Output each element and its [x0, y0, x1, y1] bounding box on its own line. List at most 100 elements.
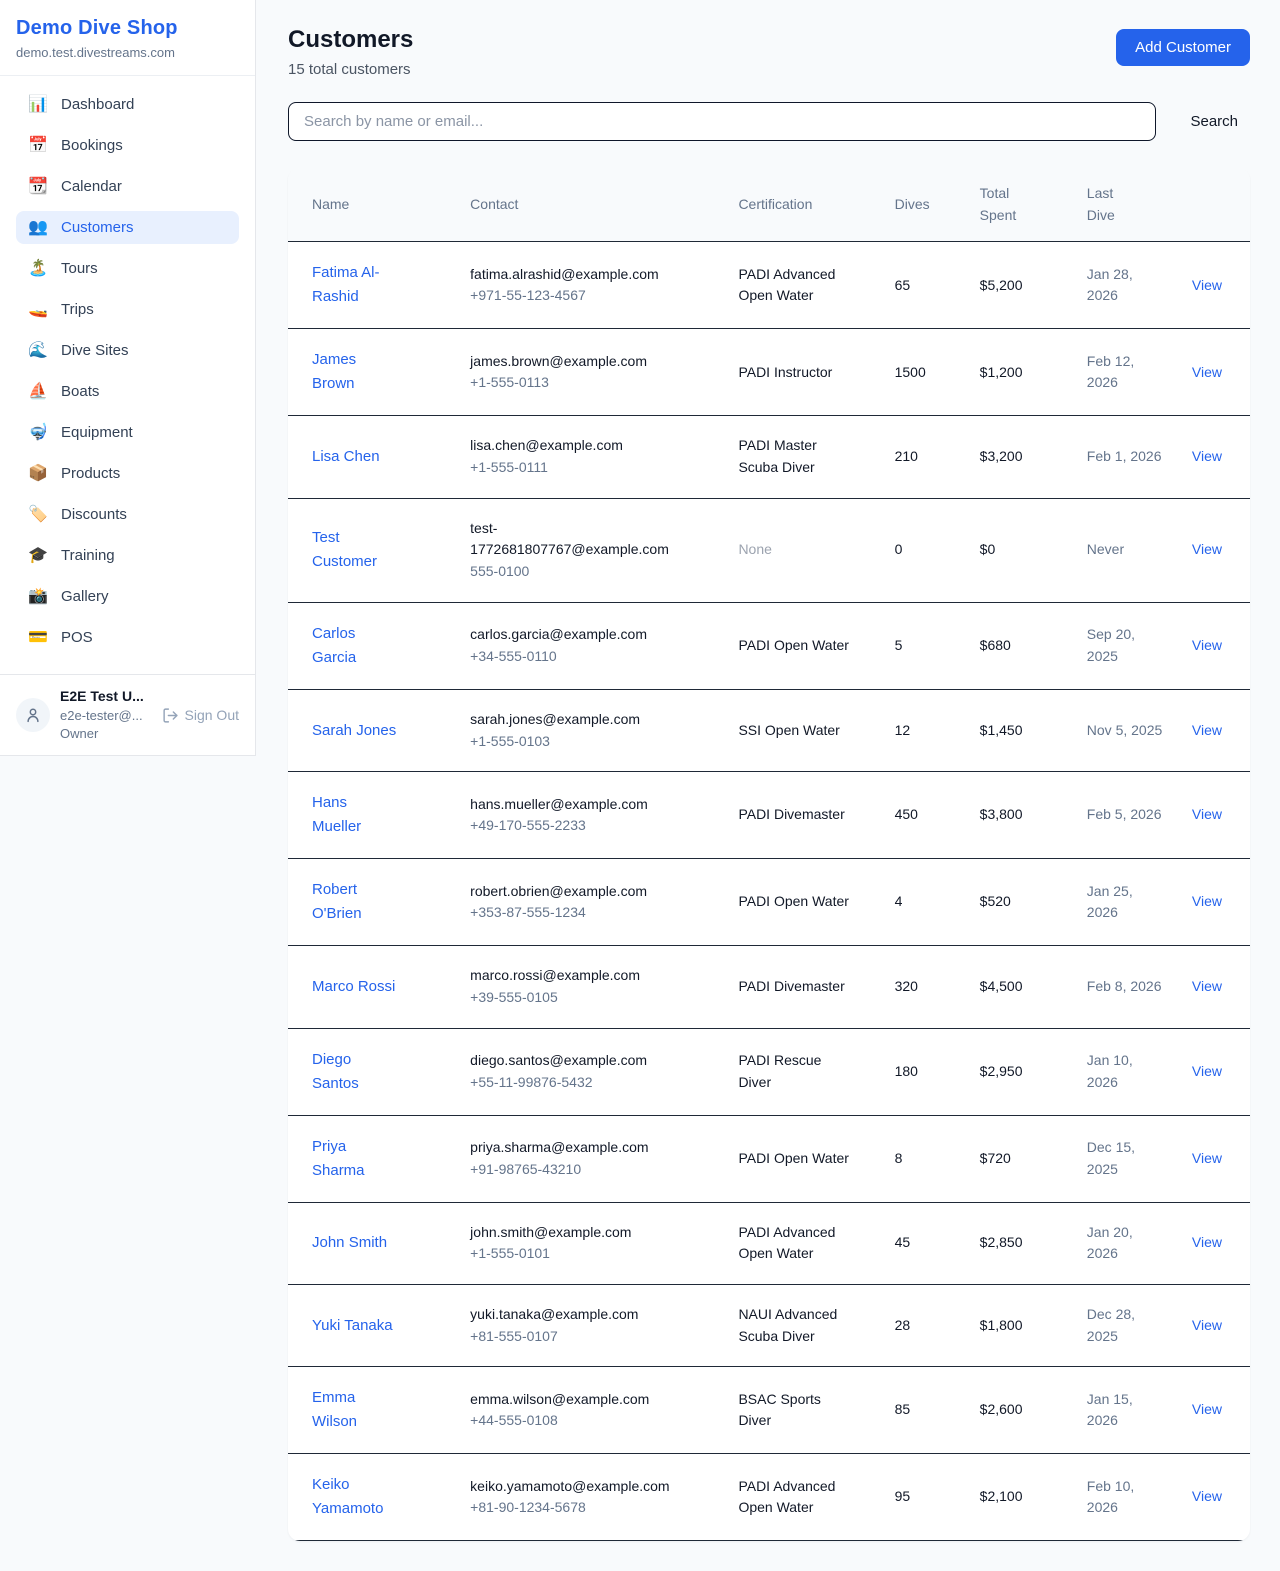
customer-last-dive: Never — [1087, 539, 1124, 561]
table-row: Yuki Tanaka yuki.tanaka@example.com +81-… — [288, 1284, 1250, 1366]
search-button[interactable]: Search — [1190, 105, 1238, 138]
customer-last-dive: Jan 28, 2026 — [1087, 264, 1163, 307]
customer-name-link[interactable]: Fatima Al-Rashid — [312, 261, 400, 309]
customer-certification: PADI Advanced Open Water — [738, 264, 853, 307]
sidebar-item[interactable]: 🏷️ Discounts — [16, 498, 239, 531]
customer-email: john.smith@example.com — [470, 1222, 670, 1244]
customer-name-link[interactable]: James Brown — [312, 348, 400, 396]
page-title: Customers — [288, 26, 413, 54]
sailboat-icon: ⛵ — [28, 384, 48, 400]
sidebar-item[interactable]: 📆 Calendar — [16, 170, 239, 203]
sidebar-item-label: Customers — [61, 219, 134, 236]
customer-email: hans.mueller@example.com — [470, 794, 670, 816]
view-link[interactable]: View — [1192, 1234, 1222, 1250]
sidebar-item[interactable]: 👥 Customers — [16, 211, 239, 244]
customers-table: Name Contact Certification Dives Total S… — [288, 168, 1250, 1541]
sidebar-item[interactable]: 🤿 Equipment — [16, 416, 239, 449]
speedboat-icon: 🚤 — [28, 302, 48, 318]
customer-name-link[interactable]: Diego Santos — [312, 1048, 400, 1096]
customer-total-spent: $720 — [980, 1150, 1011, 1166]
customer-name-link[interactable]: Priya Sharma — [312, 1135, 400, 1183]
view-link[interactable]: View — [1192, 364, 1222, 380]
customer-certification: PADI Rescue Diver — [738, 1050, 853, 1093]
view-link[interactable]: View — [1192, 1401, 1222, 1417]
sidebar-item-label: Bookings — [61, 137, 123, 154]
sidebar-item[interactable]: 📅 Bookings — [16, 129, 239, 162]
customer-email: marco.rossi@example.com — [470, 965, 670, 987]
customer-phone: 555-0100 — [470, 561, 714, 583]
customer-certification: PADI Divemaster — [738, 976, 844, 998]
customer-email: yuki.tanaka@example.com — [470, 1304, 670, 1326]
sidebar-item[interactable]: 📊 Dashboard — [16, 88, 239, 121]
customer-dives: 65 — [895, 277, 911, 293]
customer-phone: +1-555-0113 — [470, 372, 714, 394]
customer-name-link[interactable]: Emma Wilson — [312, 1386, 400, 1434]
table-row: Robert O'Brien robert.obrien@example.com… — [288, 859, 1250, 946]
view-link[interactable]: View — [1192, 1150, 1222, 1166]
customer-count: 15 total customers — [288, 61, 413, 78]
avatar — [16, 698, 50, 732]
sidebar-item[interactable]: ⛵ Boats — [16, 375, 239, 408]
sign-out-button[interactable]: Sign Out — [162, 707, 239, 724]
sidebar-item[interactable]: 📸 Gallery — [16, 580, 239, 613]
view-link[interactable]: View — [1192, 1317, 1222, 1333]
customer-name-link[interactable]: Sarah Jones — [312, 719, 396, 743]
sidebar-item[interactable]: 💳 POS — [16, 621, 239, 654]
view-link[interactable]: View — [1192, 541, 1222, 557]
view-link[interactable]: View — [1192, 637, 1222, 653]
customer-dives: 28 — [895, 1317, 911, 1333]
customer-phone: +55-11-99876-5432 — [470, 1072, 714, 1094]
customer-name-link[interactable]: Hans Mueller — [312, 791, 400, 839]
customer-total-spent: $520 — [980, 893, 1011, 909]
table-row: Test Customer test-1772681807767@example… — [288, 498, 1250, 602]
shop-name: Demo Dive Shop — [16, 17, 239, 40]
sidebar-item[interactable]: 🚤 Trips — [16, 293, 239, 326]
customer-total-spent: $1,450 — [980, 722, 1023, 738]
app-layout: Demo Dive Shop demo.test.divestreams.com… — [0, 0, 1280, 1571]
table-row: Keiko Yamamoto keiko.yamamoto@example.co… — [288, 1454, 1250, 1541]
customer-certification: PADI Open Water — [738, 635, 848, 657]
customer-last-dive: Feb 10, 2026 — [1087, 1476, 1163, 1519]
page-header-text: Customers 15 total customers — [288, 26, 413, 78]
sidebar-item-label: Dive Sites — [61, 342, 129, 359]
customer-name-link[interactable]: Lisa Chen — [312, 445, 380, 469]
customer-name-link[interactable]: John Smith — [312, 1231, 387, 1255]
customer-total-spent: $3,200 — [980, 448, 1023, 464]
view-link[interactable]: View — [1192, 893, 1222, 909]
view-link[interactable]: View — [1192, 1063, 1222, 1079]
sidebar-item[interactable]: 🏝️ Tours — [16, 252, 239, 285]
customer-dives: 180 — [895, 1063, 918, 1079]
sidebar-item-label: POS — [61, 629, 93, 646]
table-body: Fatima Al-Rashid fatima.alrashid@example… — [288, 242, 1250, 1541]
sidebar-item-label: Dashboard — [61, 96, 134, 113]
view-link[interactable]: View — [1192, 806, 1222, 822]
view-link[interactable]: View — [1192, 277, 1222, 293]
customer-name-link[interactable]: Test Customer — [312, 526, 400, 574]
table-head: Name Contact Certification Dives Total S… — [288, 168, 1250, 242]
sidebar-item[interactable]: 📦 Products — [16, 457, 239, 490]
customer-phone: +1-555-0111 — [470, 457, 714, 479]
table-row: Hans Mueller hans.mueller@example.com +4… — [288, 772, 1250, 859]
table-row: Priya Sharma priya.sharma@example.com +9… — [288, 1115, 1250, 1202]
customer-last-dive: Jan 25, 2026 — [1087, 881, 1163, 924]
view-link[interactable]: View — [1192, 448, 1222, 464]
customer-last-dive: Feb 5, 2026 — [1087, 804, 1162, 826]
customer-phone: +44-555-0108 — [470, 1410, 714, 1432]
customer-name-link[interactable]: Yuki Tanaka — [312, 1314, 393, 1338]
sign-out-label: Sign Out — [185, 707, 239, 723]
sidebar-item[interactable]: 🌊 Dive Sites — [16, 334, 239, 367]
search-input[interactable] — [288, 102, 1156, 141]
customer-name-link[interactable]: Marco Rossi — [312, 975, 395, 999]
sidebar-item[interactable]: 🎓 Training — [16, 539, 239, 572]
column-header — [1180, 168, 1250, 242]
add-customer-button[interactable]: Add Customer — [1116, 29, 1250, 66]
customer-name-link[interactable]: Carlos Garcia — [312, 622, 400, 670]
customer-certification: PADI Advanced Open Water — [738, 1476, 853, 1519]
customer-last-dive: Jan 10, 2026 — [1087, 1050, 1163, 1093]
customer-name-link[interactable]: Robert O'Brien — [312, 878, 400, 926]
customer-name-link[interactable]: Keiko Yamamoto — [312, 1473, 400, 1521]
view-link[interactable]: View — [1192, 722, 1222, 738]
view-link[interactable]: View — [1192, 978, 1222, 994]
view-link[interactable]: View — [1192, 1488, 1222, 1504]
sidebar-item-label: Calendar — [61, 178, 122, 195]
